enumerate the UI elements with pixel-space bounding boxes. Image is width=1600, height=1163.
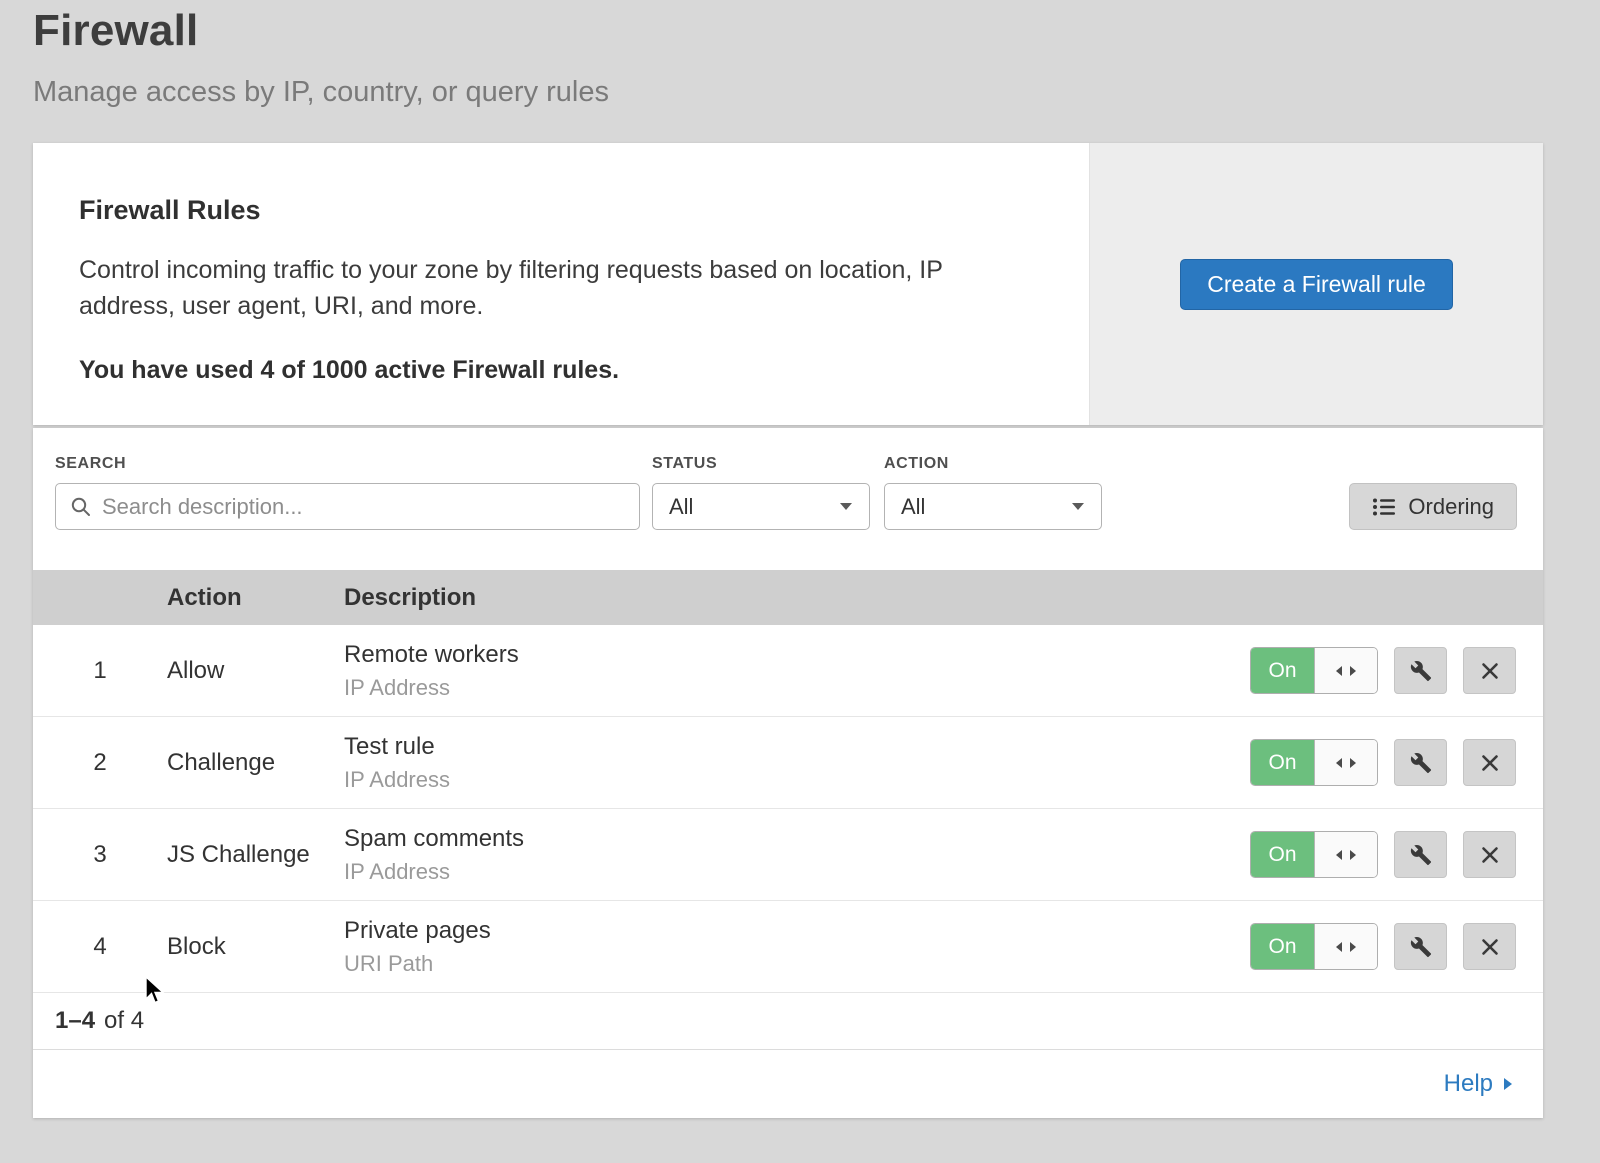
wrench-icon [1410, 660, 1432, 682]
action-filter-group: ACTION All [884, 455, 1102, 530]
delete-rule-button[interactable] [1463, 647, 1516, 694]
close-icon [1481, 938, 1499, 956]
rule-index: 1 [33, 657, 167, 685]
status-label: STATUS [652, 455, 870, 473]
rules-card-side-panel: Create a Firewall rule [1089, 143, 1543, 425]
help-link[interactable]: Help [1444, 1070, 1513, 1098]
search-label: SEARCH [55, 455, 640, 473]
toggle-on-label: On [1251, 648, 1314, 693]
rule-match-type: URI Path [344, 951, 1250, 977]
arrow-right-icon [1503, 1077, 1513, 1091]
rule-description: Private pages [344, 917, 1250, 945]
toggle-on-label: On [1251, 740, 1314, 785]
delete-rule-button[interactable] [1463, 923, 1516, 970]
status-filter-group: STATUS All [652, 455, 870, 530]
rule-description-cell: Remote workers IP Address [344, 641, 1250, 701]
wrench-icon [1410, 752, 1432, 774]
status-select[interactable]: All [652, 483, 870, 530]
close-icon [1481, 754, 1499, 772]
rule-enabled-toggle[interactable]: On [1250, 923, 1378, 970]
table-row: 4 Block Private pages URI Path On [33, 901, 1543, 993]
table-row: 2 Challenge Test rule IP Address On [33, 717, 1543, 809]
table-row: 3 JS Challenge Spam comments IP Address … [33, 809, 1543, 901]
rules-usage-text: You have used 4 of 1000 active Firewall … [79, 356, 1029, 385]
firewall-rules-table-card: SEARCH STATUS All ACTION All [33, 428, 1543, 1118]
search-filter-group: SEARCH [55, 455, 640, 530]
page-header: Firewall Manage access by IP, country, o… [33, 6, 609, 109]
search-icon [70, 496, 92, 518]
rule-controls: On [1250, 739, 1543, 786]
rule-index: 2 [33, 749, 167, 777]
ordering-button-label: Ordering [1408, 494, 1494, 520]
rule-enabled-toggle[interactable]: On [1250, 831, 1378, 878]
rules-card-description: Control incoming traffic to your zone by… [79, 252, 1029, 324]
rule-action: Allow [167, 657, 344, 685]
help-row: Help [33, 1049, 1543, 1118]
action-select-value: All [901, 494, 925, 520]
rule-description: Remote workers [344, 641, 1250, 669]
rule-controls: On [1250, 647, 1543, 694]
rule-controls: On [1250, 831, 1543, 878]
toggle-arrows-icon [1314, 924, 1377, 969]
rule-description-cell: Spam comments IP Address [344, 825, 1250, 885]
status-select-value: All [669, 494, 693, 520]
rule-action: Challenge [167, 749, 344, 777]
description-column-header: Description [344, 584, 1543, 612]
chevron-down-icon [839, 502, 853, 511]
ordering-button[interactable]: Ordering [1349, 483, 1517, 530]
toggle-arrows-icon [1314, 740, 1377, 785]
rules-card-title: Firewall Rules [79, 195, 1029, 226]
pagination: 1–4 of 4 [33, 993, 1543, 1049]
rule-enabled-toggle[interactable]: On [1250, 739, 1378, 786]
edit-rule-button[interactable] [1394, 647, 1447, 694]
delete-rule-button[interactable] [1463, 831, 1516, 878]
rule-description-cell: Test rule IP Address [344, 733, 1250, 793]
close-icon [1481, 662, 1499, 680]
toggle-on-label: On [1251, 924, 1314, 969]
edit-rule-button[interactable] [1394, 923, 1447, 970]
close-icon [1481, 846, 1499, 864]
ordering-list-icon [1372, 497, 1396, 517]
rule-match-type: IP Address [344, 767, 1250, 793]
toggle-arrows-icon [1314, 832, 1377, 877]
table-header-row: Action Description [33, 570, 1543, 625]
toggle-on-label: On [1251, 832, 1314, 877]
action-select[interactable]: All [884, 483, 1102, 530]
rule-enabled-toggle[interactable]: On [1250, 647, 1378, 694]
action-column-header: Action [167, 584, 344, 612]
filter-bar: SEARCH STATUS All ACTION All [33, 428, 1543, 570]
firewall-rules-card: Firewall Rules Control incoming traffic … [33, 143, 1543, 425]
delete-rule-button[interactable] [1463, 739, 1516, 786]
rule-index: 4 [33, 933, 167, 961]
rule-action: JS Challenge [167, 841, 344, 869]
wrench-icon [1410, 844, 1432, 866]
search-input[interactable] [102, 494, 625, 520]
pagination-range: 1–4 [55, 1007, 95, 1035]
rule-controls: On [1250, 923, 1543, 970]
page-title: Firewall [33, 6, 609, 56]
rule-match-type: IP Address [344, 675, 1250, 701]
pagination-total: of 4 [104, 1007, 144, 1035]
rule-match-type: IP Address [344, 859, 1250, 885]
table-row: 1 Allow Remote workers IP Address On [33, 625, 1543, 717]
rule-description: Test rule [344, 733, 1250, 761]
page-subtitle: Manage access by IP, country, or query r… [33, 76, 609, 109]
help-link-label: Help [1444, 1070, 1493, 1098]
rule-description: Spam comments [344, 825, 1250, 853]
firewall-rules-info: Firewall Rules Control incoming traffic … [33, 143, 1089, 425]
rule-description-cell: Private pages URI Path [344, 917, 1250, 977]
create-firewall-rule-button[interactable]: Create a Firewall rule [1180, 259, 1453, 310]
wrench-icon [1410, 936, 1432, 958]
edit-rule-button[interactable] [1394, 739, 1447, 786]
edit-rule-button[interactable] [1394, 831, 1447, 878]
rule-action: Block [167, 933, 344, 961]
search-box [55, 483, 640, 530]
rule-index: 3 [33, 841, 167, 869]
action-label: ACTION [884, 455, 1102, 473]
toggle-arrows-icon [1314, 648, 1377, 693]
chevron-down-icon [1071, 502, 1085, 511]
